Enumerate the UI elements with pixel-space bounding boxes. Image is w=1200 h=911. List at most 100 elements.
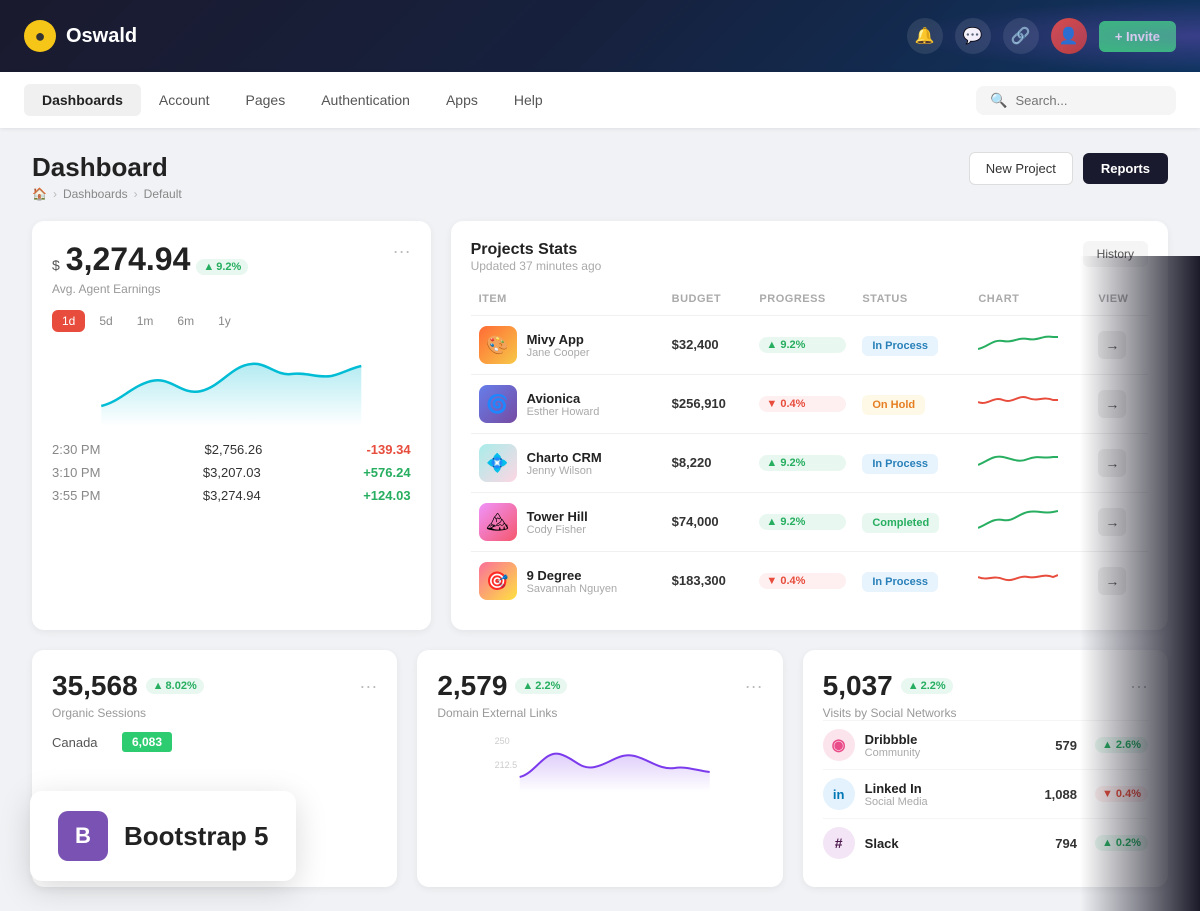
- country-bar: 6,083: [122, 732, 172, 752]
- earnings-header: $ 3,274.94 ▲ 9.2% Avg. Agent Earnings: [52, 241, 248, 310]
- nav-item-account[interactable]: Account: [141, 84, 228, 116]
- domain-badge: ▲ 2.2%: [515, 678, 567, 694]
- cards-row-1: $ 3,274.94 ▲ 9.2% Avg. Agent Earnings ··…: [32, 221, 1168, 630]
- search-icon: 🔍: [990, 92, 1007, 109]
- earnings-badge: ▲ 9.2%: [196, 259, 248, 275]
- page-header: Dashboard 🏠 › Dashboards › Default New P…: [32, 152, 1168, 201]
- social-item-slack: # Slack 794 ▲ 0.2%: [823, 818, 1148, 867]
- earnings-row-2: 3:10 PM $3,207.03 +576.24: [52, 465, 411, 480]
- time-tab-5d[interactable]: 5d: [89, 310, 122, 332]
- status-badge-tower: Completed: [862, 513, 939, 533]
- earnings-value: 3,274.94: [66, 241, 191, 278]
- view-btn-avionica[interactable]: →: [1098, 390, 1126, 418]
- earnings-rows: 2:30 PM $2,756.26 -139.34 3:10 PM $3,207…: [52, 442, 411, 503]
- nav-item-pages[interactable]: Pages: [228, 84, 304, 116]
- view-btn-9degree[interactable]: →: [1098, 567, 1126, 595]
- organic-value: 35,568: [52, 670, 138, 702]
- nav-item-dashboards[interactable]: Dashboards: [24, 84, 141, 116]
- view-btn-mivy[interactable]: →: [1098, 331, 1126, 359]
- earnings-amount-row: $ 3,274.94 ▲ 9.2%: [52, 241, 248, 278]
- dribbble-icon: ◉: [823, 729, 855, 761]
- chart-mivy: [978, 329, 1058, 357]
- new-project-button[interactable]: New Project: [969, 152, 1073, 185]
- project-thumb-tower: 🏔: [479, 503, 517, 541]
- invite-button[interactable]: + Invite: [1099, 21, 1176, 52]
- bootstrap-icon: B: [58, 811, 108, 861]
- earnings-label: Avg. Agent Earnings: [52, 282, 248, 296]
- time-tab-1m[interactable]: 1m: [127, 310, 164, 332]
- earnings-chart: [52, 346, 411, 426]
- nav-item-apps[interactable]: Apps: [428, 84, 496, 116]
- col-chart: CHART: [970, 293, 1090, 316]
- domain-menu-icon[interactable]: ···: [745, 676, 763, 697]
- col-status: STATUS: [854, 293, 970, 316]
- organic-menu-icon[interactable]: ···: [359, 676, 377, 697]
- svg-text:250: 250: [495, 736, 510, 746]
- view-btn-tower[interactable]: →: [1098, 508, 1126, 536]
- social-card: 5,037 ▲ 2.2% ··· Visits by Social Networ…: [803, 650, 1168, 887]
- nav-item-help[interactable]: Help: [496, 84, 561, 116]
- social-label: Visits by Social Networks: [823, 706, 1148, 720]
- messages-icon-btn[interactable]: 💬: [955, 18, 991, 54]
- nav-bar: Dashboards Account Pages Authentication …: [0, 72, 1200, 128]
- time-tab-1d[interactable]: 1d: [52, 310, 85, 332]
- logo-text: Oswald: [66, 25, 137, 48]
- col-item: ITEM: [471, 293, 664, 316]
- time-tab-1y[interactable]: 1y: [208, 310, 241, 332]
- nav-item-authentication[interactable]: Authentication: [303, 84, 428, 116]
- slack-icon: #: [823, 827, 855, 859]
- domain-value: 2,579: [437, 670, 507, 702]
- table-row: 🏔 Tower HillCody Fisher $74,000 ▲ 9.2% C…: [471, 493, 1148, 552]
- projects-header: Projects Stats Updated 37 minutes ago Hi…: [471, 241, 1148, 289]
- earnings-row-3: 3:55 PM $3,274.94 +124.03: [52, 488, 411, 503]
- reports-button[interactable]: Reports: [1083, 153, 1168, 184]
- projects-updated: Updated 37 minutes ago: [471, 259, 602, 273]
- domain-label: Domain External Links: [437, 706, 762, 720]
- social-value: 5,037: [823, 670, 893, 702]
- country-name: Canada: [52, 735, 112, 750]
- avatar[interactable]: 👤: [1051, 18, 1087, 54]
- breadcrumb-home-icon: 🏠: [32, 187, 47, 201]
- earnings-card: $ 3,274.94 ▲ 9.2% Avg. Agent Earnings ··…: [32, 221, 431, 630]
- domain-chart: 250 212.5: [437, 732, 762, 802]
- status-badge-9degree: In Process: [862, 572, 938, 592]
- time-tab-6m[interactable]: 6m: [167, 310, 204, 332]
- social-item-linkedin: in Linked In Social Media 1,088 ▼ 0.4%: [823, 769, 1148, 818]
- history-button[interactable]: History: [1083, 241, 1148, 267]
- project-thumb-charto: 💠: [479, 444, 517, 482]
- breadcrumb-dashboards[interactable]: Dashboards: [63, 187, 128, 201]
- page-title: Dashboard: [32, 152, 182, 183]
- bootstrap-overlay: B Bootstrap 5: [30, 791, 296, 881]
- earnings-row-1: 2:30 PM $2,756.26 -139.34: [52, 442, 411, 457]
- table-row: 💠 Charto CRMJenny Wilson $8,220 ▲ 9.2% I…: [471, 434, 1148, 493]
- time-tabs: 1d 5d 1m 6m 1y: [52, 310, 411, 332]
- table-row: 🎯 9 DegreeSavannah Nguyen $183,300 ▼ 0.4…: [471, 552, 1148, 611]
- search-input[interactable]: [1015, 93, 1162, 108]
- project-thumb-9degree: 🎯: [479, 562, 517, 600]
- bootstrap-text: Bootstrap 5: [124, 821, 268, 852]
- status-badge-mivy: In Process: [862, 336, 938, 356]
- share-icon-btn[interactable]: 🔗: [1003, 18, 1039, 54]
- view-btn-charto[interactable]: →: [1098, 449, 1126, 477]
- earnings-menu-icon[interactable]: ···: [393, 241, 411, 262]
- organic-label: Organic Sessions: [52, 706, 377, 720]
- logo-area: ● Oswald: [24, 20, 137, 52]
- logo-icon: ●: [24, 20, 56, 52]
- project-item-mivy: 🎨 Mivy AppJane Cooper: [479, 326, 656, 364]
- country-row: Canada 6,083: [52, 732, 377, 752]
- projects-stats-card: Projects Stats Updated 37 minutes ago Hi…: [451, 221, 1168, 630]
- domain-card: 2,579 ▲ 2.2% ··· Domain External Links 2…: [417, 650, 782, 887]
- projects-title: Projects Stats: [471, 241, 602, 259]
- project-thumb-mivy: 🎨: [479, 326, 517, 364]
- projects-table: ITEM BUDGET PROGRESS STATUS CHART VIEW 🎨…: [471, 293, 1148, 610]
- project-thumb-avionica: 🌀: [479, 385, 517, 423]
- table-row: 🌀 AvionicaEsther Howard $256,910 ▼ 0.4% …: [471, 375, 1148, 434]
- status-badge-charto: In Process: [862, 454, 938, 474]
- table-row: 🎨 Mivy AppJane Cooper $32,400 ▲ 9.2% In …: [471, 316, 1148, 375]
- social-menu-icon[interactable]: ···: [1130, 676, 1148, 697]
- notifications-icon-btn[interactable]: 🔔: [907, 18, 943, 54]
- breadcrumb: 🏠 › Dashboards › Default: [32, 187, 182, 201]
- social-badge: ▲ 2.2%: [901, 678, 953, 694]
- social-item-dribbble: ◉ Dribbble Community 579 ▲ 2.6%: [823, 720, 1148, 769]
- top-header: ● Oswald 🔔 💬 🔗 👤 + Invite: [0, 0, 1200, 72]
